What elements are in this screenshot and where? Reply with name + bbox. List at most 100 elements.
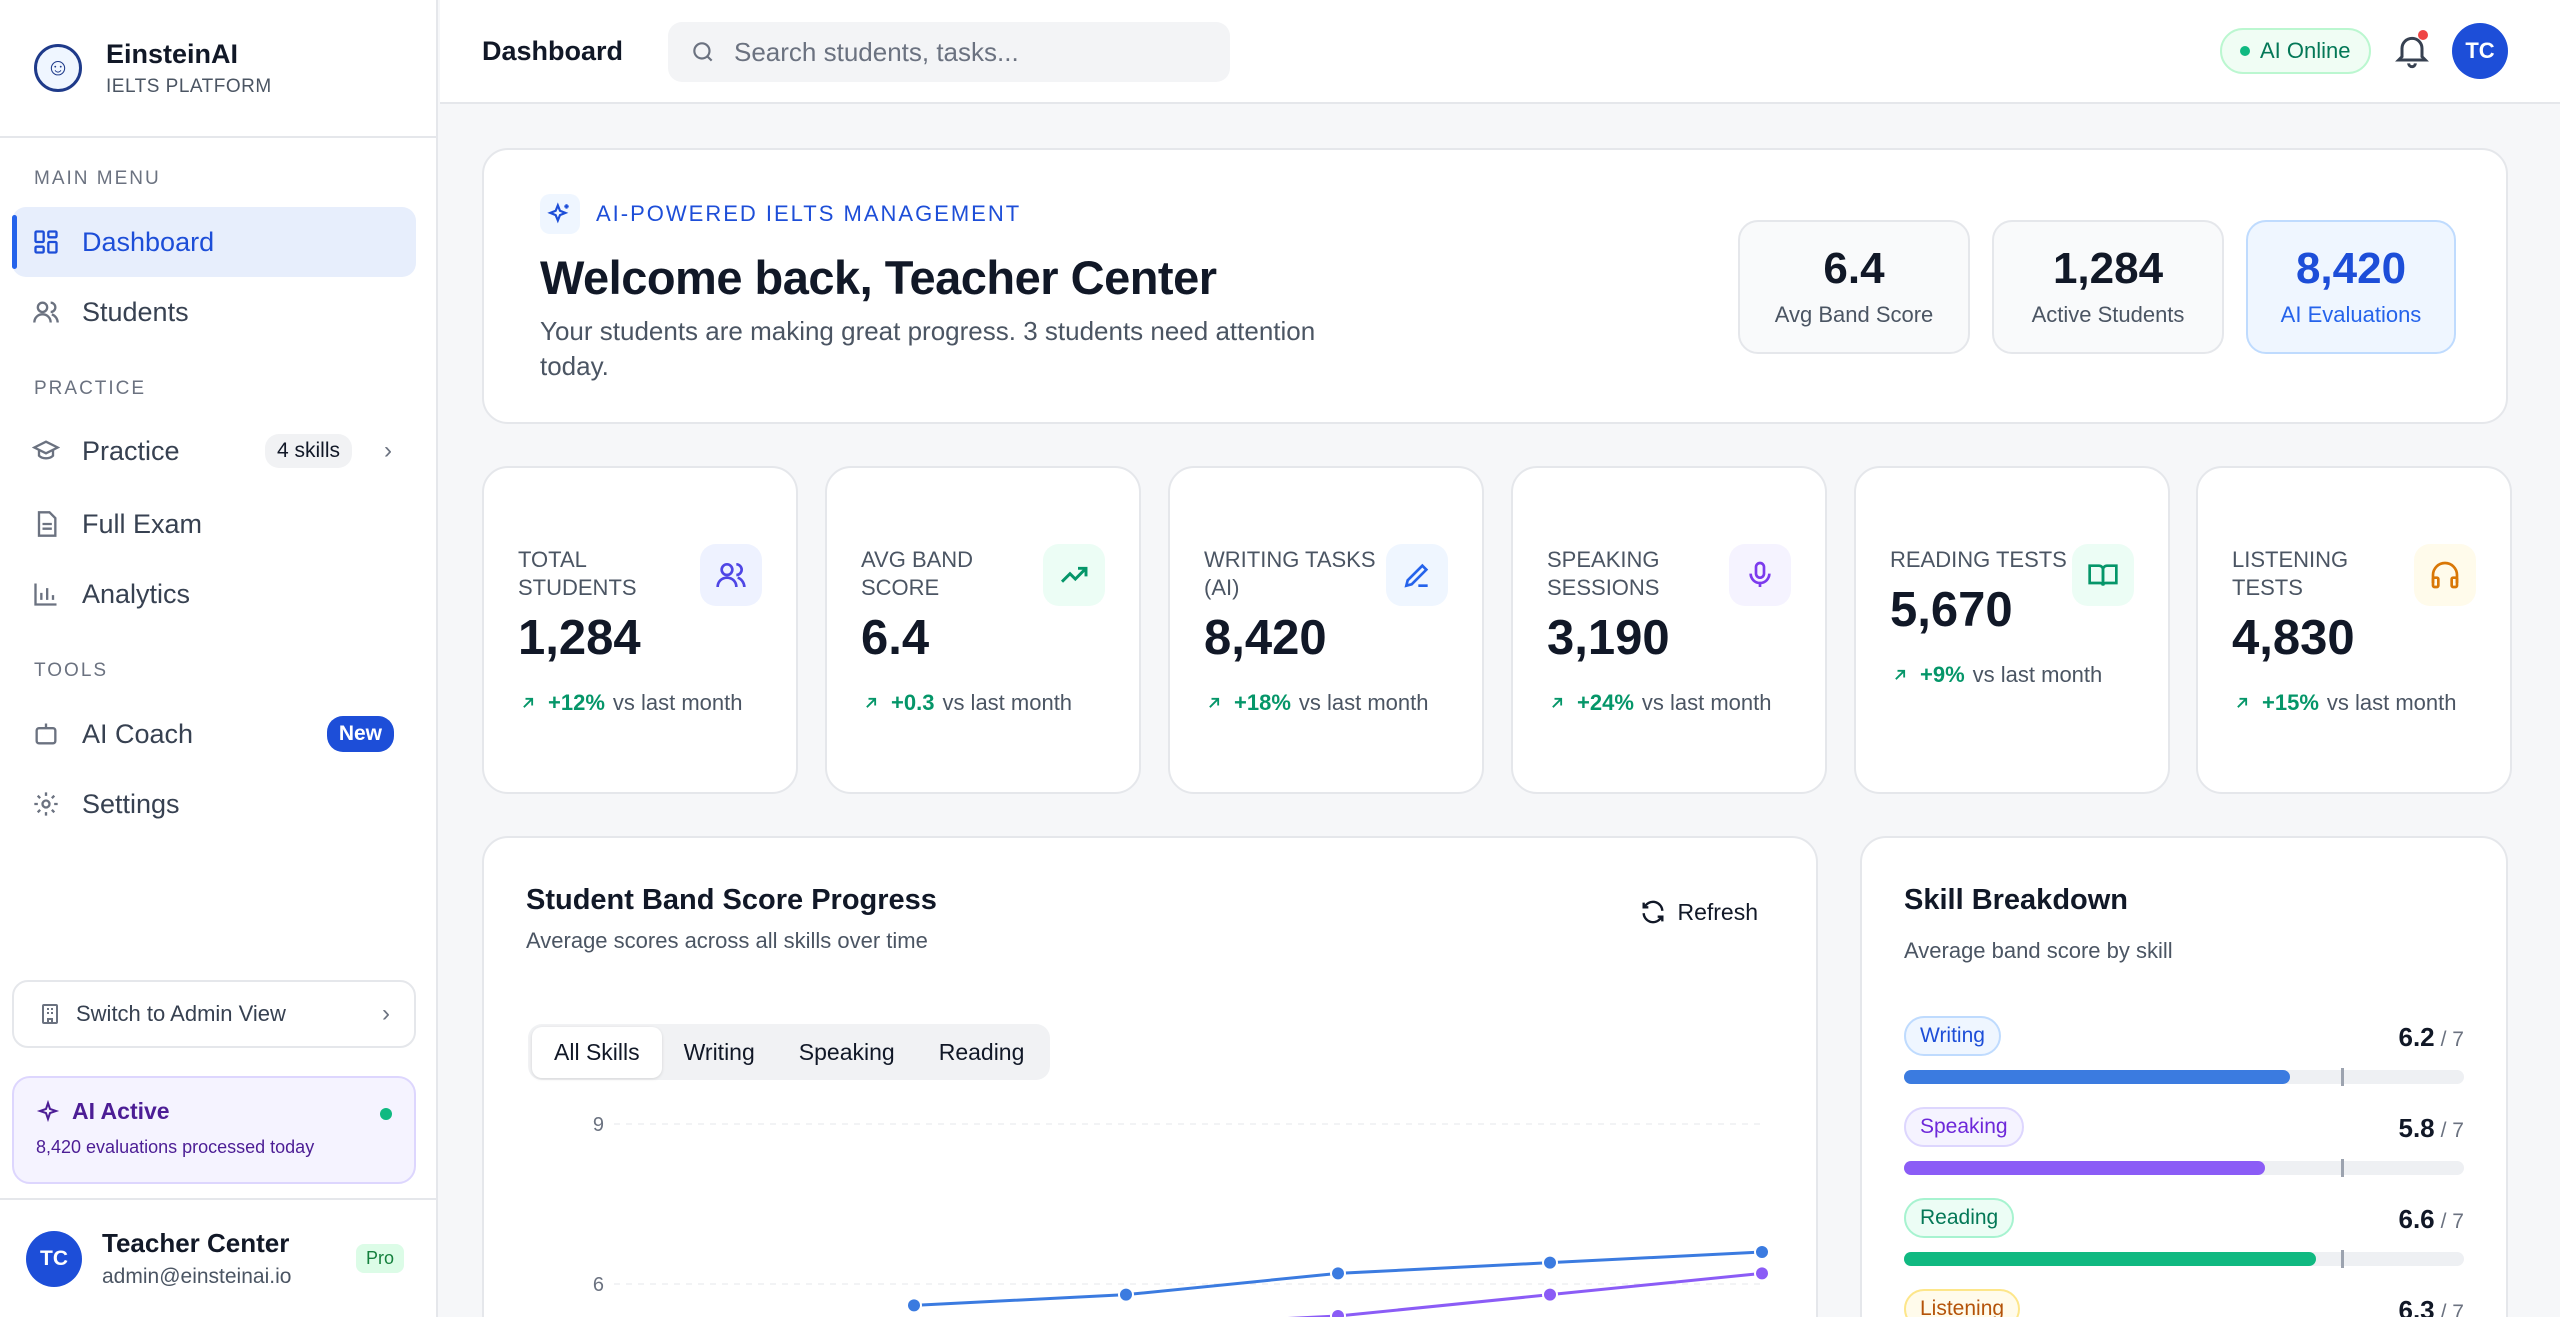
stat-delta-value: +15% xyxy=(2262,690,2319,715)
sidebar-item-label: Practice xyxy=(82,435,180,466)
search-box[interactable] xyxy=(668,22,1230,82)
stat-delta-suffix: vs last month xyxy=(1972,662,2103,687)
gear-icon xyxy=(32,790,60,818)
arrow-up-right-icon xyxy=(1552,697,1563,708)
data-point[interactable] xyxy=(1754,1265,1770,1282)
headphones-icon xyxy=(2414,544,2476,606)
user-email: admin@einsteinai.io xyxy=(102,1265,292,1288)
data-point[interactable] xyxy=(1754,1244,1770,1260)
stat-delta-value: +18% xyxy=(1234,690,1291,715)
y-tick-label: 6 xyxy=(593,1274,604,1296)
skill-target-marker xyxy=(2340,1159,2344,1177)
sidebar-item-practice[interactable]: Practice 4 skills › xyxy=(12,416,416,486)
stat-label: WRITING TASKS (AI) xyxy=(1204,547,1376,600)
stat-label: TOTAL STUDENTS xyxy=(518,547,637,600)
skill-score: 6.3 / 7 xyxy=(2398,1295,2464,1317)
trending-up-icon xyxy=(1043,544,1105,606)
skill-row-writing: Writing 6.2/ 7 xyxy=(1904,1016,2464,1086)
new-badge: New xyxy=(326,716,394,752)
stat-card-writing-tasks[interactable]: WRITING TASKS (AI) 8,420 +18% vs last mo… xyxy=(1168,466,1484,794)
skill-tabs: All Skills Writing Speaking Reading xyxy=(528,1024,1051,1080)
tab-writing[interactable]: Writing xyxy=(662,1027,777,1078)
sidebar-item-analytics[interactable]: Analytics xyxy=(12,559,416,629)
sidebar-item-ai-coach[interactable]: AI Coach New xyxy=(12,699,416,769)
arrow-up-right-icon xyxy=(1895,669,1906,680)
data-point[interactable] xyxy=(1330,1265,1346,1282)
sidebar-item-settings[interactable]: Settings xyxy=(12,769,416,839)
ai-active-subtitle: 8,420 evaluations processed today xyxy=(36,1137,315,1157)
chart-subtitle: Average scores across all skills over ti… xyxy=(526,928,928,953)
skill-score-value: 6.6 xyxy=(2398,1204,2435,1234)
skill-tag: Writing xyxy=(1904,1016,2001,1056)
stat-card-total-students[interactable]: TOTAL STUDENTS 1,284 +12% vs last month xyxy=(482,466,798,794)
band-score-progress-card: Student Band Score Progress Average scor… xyxy=(482,836,1818,1317)
pen-icon xyxy=(1386,544,1448,606)
sidebar: ☺ EinsteinAI IELTS PLATFORM MAIN MENU Da… xyxy=(0,0,438,1317)
switch-admin-view-button[interactable]: Switch to Admin View › xyxy=(12,980,416,1048)
stat-card-avg-band-score[interactable]: AVG BAND SCORE 6.4 +0.3 vs last month xyxy=(825,466,1141,794)
tab-all-skills[interactable]: All Skills xyxy=(532,1026,662,1078)
stat-delta-suffix: vs last month xyxy=(942,690,1073,715)
refresh-button[interactable]: Refresh xyxy=(1639,898,1758,926)
stat-value: 3,190 xyxy=(1547,611,1670,665)
tab-speaking[interactable]: Speaking xyxy=(777,1027,917,1078)
status-dot xyxy=(2240,46,2250,56)
stat-delta-value: +0.3 xyxy=(891,690,935,715)
chevron-right-icon: › xyxy=(384,437,392,464)
eyebrow-text: AI-POWERED IELTS MANAGEMENT xyxy=(596,201,1022,226)
mini-stat-avg-band: 6.4 Avg Band Score xyxy=(1738,220,1970,354)
chevron-right-icon: › xyxy=(382,1000,390,1027)
stat-card-reading-tests[interactable]: READING TESTS 5,670 +9% vs last month xyxy=(1854,466,2170,794)
mini-stat-label: AI Evaluations xyxy=(2280,302,2422,327)
stat-label: AVG BAND SCORE xyxy=(861,547,974,600)
skills-count-pill: 4 skills xyxy=(264,434,352,468)
topbar: Dashboard AI Online TC xyxy=(440,0,2560,104)
skill-score-value: 6.3 xyxy=(2398,1295,2435,1317)
mic-icon xyxy=(1729,544,1791,606)
data-point[interactable] xyxy=(906,1297,922,1314)
stat-label: LISTENING TESTS xyxy=(2232,547,2349,600)
arrow-up-right-icon xyxy=(1209,697,1220,708)
einstein-logo-icon: ☺ xyxy=(34,44,82,92)
skill-progress-track xyxy=(1904,1068,2464,1086)
skill-score-max: / 7 xyxy=(2440,1301,2464,1317)
sidebar-item-full-exam[interactable]: Full Exam xyxy=(12,489,416,559)
avatar: TC xyxy=(26,1230,82,1287)
arrow-up-right-icon xyxy=(866,697,877,708)
avatar[interactable]: TC xyxy=(2452,23,2508,79)
tab-reading[interactable]: Reading xyxy=(917,1027,1047,1078)
stat-delta: +18% vs last month xyxy=(1204,690,1429,716)
stat-delta-value: +9% xyxy=(1920,662,1965,687)
welcome-subtitle: Your students are making great progress.… xyxy=(540,316,1316,381)
refresh-icon xyxy=(1642,900,1664,924)
data-point[interactable] xyxy=(1330,1308,1346,1317)
skill-progress-track xyxy=(1904,1250,2464,1268)
stat-label: READING TESTS xyxy=(1890,547,2067,572)
line-chart: 96 xyxy=(593,1114,1770,1317)
switch-admin-label: Switch to Admin View xyxy=(76,1001,286,1026)
skill-breakdown-card: Skill Breakdown Average band score by sk… xyxy=(1860,836,2508,1317)
skill-score-value: 6.2 xyxy=(2398,1022,2435,1052)
stat-value: 5,670 xyxy=(1890,583,2013,637)
stat-card-listening-tests[interactable]: LISTENING TESTS 4,830 +15% vs last month xyxy=(2196,466,2512,794)
y-tick-label: 9 xyxy=(593,1114,604,1136)
data-point[interactable] xyxy=(1118,1286,1134,1303)
skill-target-marker xyxy=(2340,1250,2344,1268)
stat-delta-value: +24% xyxy=(1577,690,1634,715)
main-menu-label: MAIN MENU xyxy=(34,168,161,189)
ai-active-title-text: AI Active xyxy=(72,1098,170,1124)
sidebar-item-dashboard[interactable]: Dashboard xyxy=(12,207,416,277)
data-point[interactable] xyxy=(1542,1254,1558,1271)
grid-icon xyxy=(32,228,60,256)
search-input[interactable] xyxy=(734,36,1214,68)
users-icon xyxy=(700,544,762,606)
data-point[interactable] xyxy=(1542,1286,1558,1303)
sidebar-item-students[interactable]: Students xyxy=(12,277,416,347)
user-profile[interactable]: TC Teacher Center admin@einsteinai.io Pr… xyxy=(0,1198,438,1317)
stat-label: SPEAKING SESSIONS xyxy=(1547,547,1660,600)
sidebar-item-label: Analytics xyxy=(82,578,191,609)
notification-dot xyxy=(2418,30,2428,40)
sidebar-item-label: AI Coach xyxy=(82,718,194,749)
stat-card-speaking-sessions[interactable]: SPEAKING SESSIONS 3,190 +24% vs last mon… xyxy=(1511,466,1827,794)
search-icon xyxy=(693,42,713,62)
